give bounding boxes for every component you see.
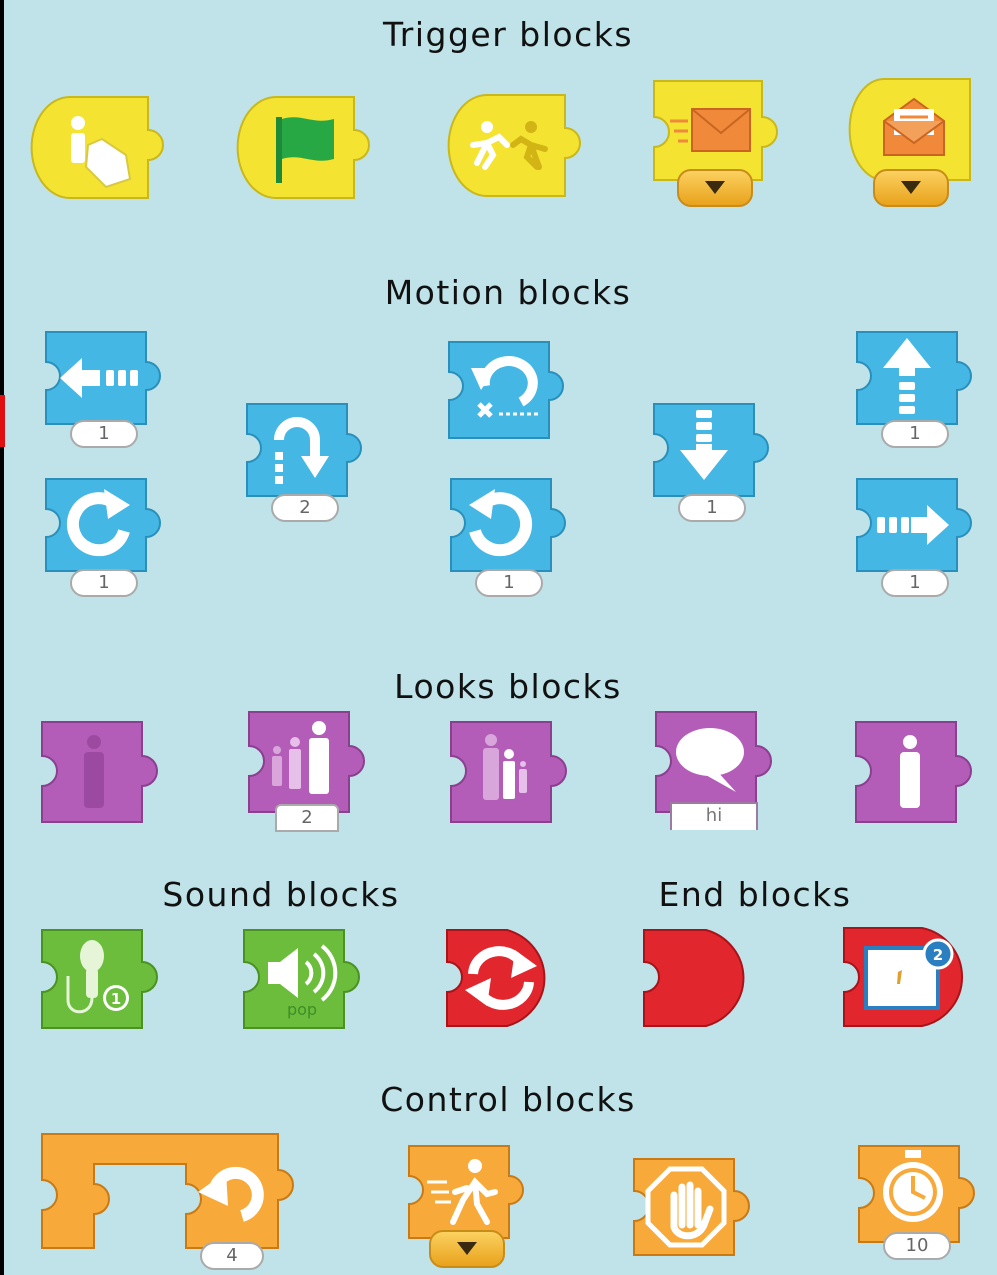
turn-right-steps[interactable]: 1 (70, 569, 138, 597)
end-blocks-heading: End blocks (658, 875, 852, 914)
wait-duration[interactable]: 10 (883, 1232, 951, 1260)
grow-amount[interactable]: 2 (275, 804, 339, 832)
wait-block[interactable]: 10 (855, 1142, 979, 1260)
shrink-block[interactable] (447, 718, 571, 826)
hop-height[interactable]: 2 (271, 494, 339, 522)
send-message-dropdown[interactable] (677, 169, 753, 207)
move-right-block[interactable]: 1 (853, 475, 977, 597)
hop-block[interactable]: 2 (243, 400, 367, 522)
start-on-tap-block[interactable] (30, 95, 166, 200)
repeat-block[interactable]: 4 (38, 1130, 300, 1270)
repeat-forever-block[interactable] (443, 926, 563, 1030)
grow-block[interactable]: 2 (245, 708, 369, 832)
play-recorded-sound-block[interactable]: 1 (38, 926, 162, 1032)
page-left-marker (0, 395, 5, 447)
play-sound-pop-block[interactable]: pop (240, 926, 364, 1032)
send-message-block[interactable] (650, 77, 780, 207)
start-on-message-block[interactable] (848, 77, 974, 207)
record-number-badge: 1 (111, 990, 121, 1008)
hide-block[interactable] (38, 718, 162, 826)
trigger-blocks-heading: Trigger blocks (382, 15, 634, 54)
sound-blocks-heading: Sound blocks (162, 875, 400, 914)
move-down-steps[interactable]: 1 (678, 494, 746, 522)
start-on-message-dropdown[interactable] (873, 169, 949, 207)
move-up-block[interactable]: 1 (853, 328, 977, 448)
turn-left-steps[interactable]: 1 (475, 569, 543, 597)
end-block[interactable] (640, 926, 762, 1030)
move-left-steps[interactable]: 1 (70, 420, 138, 448)
set-speed-block[interactable] (405, 1142, 529, 1268)
show-block[interactable] (852, 718, 976, 826)
turn-right-block[interactable]: 1 (42, 475, 166, 597)
say-block[interactable]: hi (652, 708, 776, 830)
page-number-badge: 2 (933, 946, 943, 964)
move-right-steps[interactable]: 1 (881, 569, 949, 597)
move-down-block[interactable]: 1 (650, 400, 774, 522)
motion-blocks-heading: Motion blocks (384, 273, 632, 312)
turn-left-block[interactable]: 1 (447, 475, 571, 597)
start-on-green-flag-block[interactable] (236, 95, 372, 200)
repeat-count[interactable]: 4 (200, 1242, 264, 1270)
start-on-bump-block[interactable] (447, 93, 585, 198)
speed-dropdown[interactable] (429, 1230, 505, 1268)
move-up-steps[interactable]: 1 (881, 420, 949, 448)
control-blocks-heading: Control blocks (380, 1080, 636, 1119)
stop-block[interactable] (630, 1155, 754, 1259)
sound-name-label: pop (286, 1000, 318, 1019)
move-left-block[interactable]: 1 (42, 328, 166, 448)
page-left-border (0, 0, 4, 1275)
go-to-page-block[interactable]: 2 (840, 924, 976, 1030)
looks-blocks-heading: Looks blocks (394, 667, 622, 706)
say-text[interactable]: hi (670, 802, 758, 830)
go-home-block[interactable] (445, 338, 569, 439)
